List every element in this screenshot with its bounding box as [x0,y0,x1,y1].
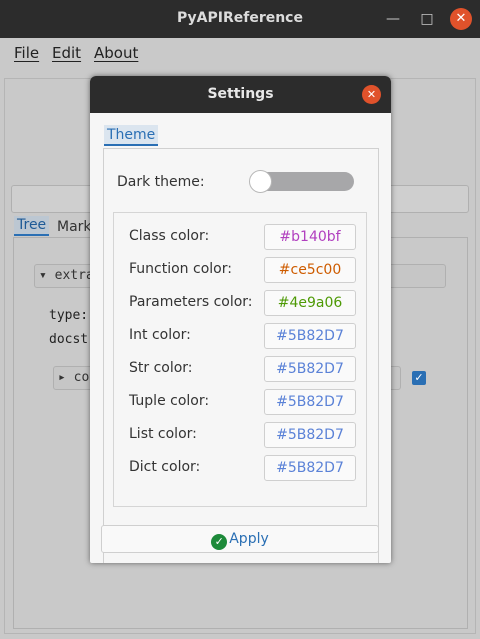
chevron-right-icon: ▸ [58,370,66,385]
menubar: File Edit About [0,38,480,66]
type-label: type: [49,308,89,323]
window-title: PyAPIReference [177,10,303,26]
int-color-button[interactable]: #5B82D7 [264,323,356,349]
int-color-label: Int color: [129,327,191,343]
dark-theme-switch[interactable] [249,170,354,193]
dialog-titlebar: Settings ✕ [90,76,391,113]
color-row-int: Int color: #5B82D7 [114,323,368,349]
apply-label: Apply [229,531,269,547]
colors-box: Class color: #b140bf Function color: #ce… [113,212,367,507]
maximize-icon[interactable]: □ [416,8,438,30]
dict-color-label: Dict color: [129,459,201,475]
close-icon[interactable]: ✕ [450,8,472,30]
color-row-list: List color: #5B82D7 [114,422,368,448]
parameters-color-button[interactable]: #4e9a06 [264,290,356,316]
str-color-button[interactable]: #5B82D7 [264,356,356,382]
list-color-label: List color: [129,426,197,442]
minimize-icon[interactable]: — [382,8,404,30]
class-color-button[interactable]: #b140bf [264,224,356,250]
list-color-button[interactable]: #5B82D7 [264,422,356,448]
tab-theme[interactable]: Theme [104,125,159,146]
menu-about[interactable]: About [94,44,138,62]
color-row-class: Class color: #b140bf [114,224,368,250]
tuple-color-label: Tuple color: [129,393,210,409]
tab-tree[interactable]: Tree [14,216,50,236]
color-row-dict: Dict color: #5B82D7 [114,455,368,481]
function-color-button[interactable]: #ce5c00 [264,257,356,283]
str-color-label: Str color: [129,360,193,376]
expander-label: extra [54,268,94,283]
function-color-label: Function color: [129,261,232,277]
menu-edit[interactable]: Edit [52,44,81,62]
dark-theme-label: Dark theme: [117,174,205,190]
color-row-str: Str color: #5B82D7 [114,356,368,382]
main-titlebar: PyAPIReference — □ ✕ [0,0,480,38]
docstring-label: docstr [49,332,96,347]
color-row-parameters: Parameters color: #4e9a06 [114,290,368,316]
checkbox[interactable]: ✓ [412,371,426,385]
apply-button[interactable]: ✓ Apply [101,525,379,553]
switch-knob [249,170,272,193]
chevron-down-icon: ▾ [39,268,47,283]
tab-markdown[interactable]: Mark [57,219,92,235]
check-circle-icon: ✓ [211,534,228,550]
color-row-tuple: Tuple color: #5B82D7 [114,389,368,415]
tuple-color-button[interactable]: #5B82D7 [264,389,356,415]
menu-file[interactable]: File [14,44,39,62]
color-row-function: Function color: #ce5c00 [114,257,368,283]
dialog-title: Settings [207,86,274,102]
parameters-color-label: Parameters color: [129,294,253,310]
dialog-close-icon[interactable]: ✕ [362,85,381,104]
class-color-label: Class color: [129,228,210,244]
dict-color-button[interactable]: #5B82D7 [264,455,356,481]
settings-dialog: Settings ✕ Theme Dark theme: Class color… [90,76,391,563]
